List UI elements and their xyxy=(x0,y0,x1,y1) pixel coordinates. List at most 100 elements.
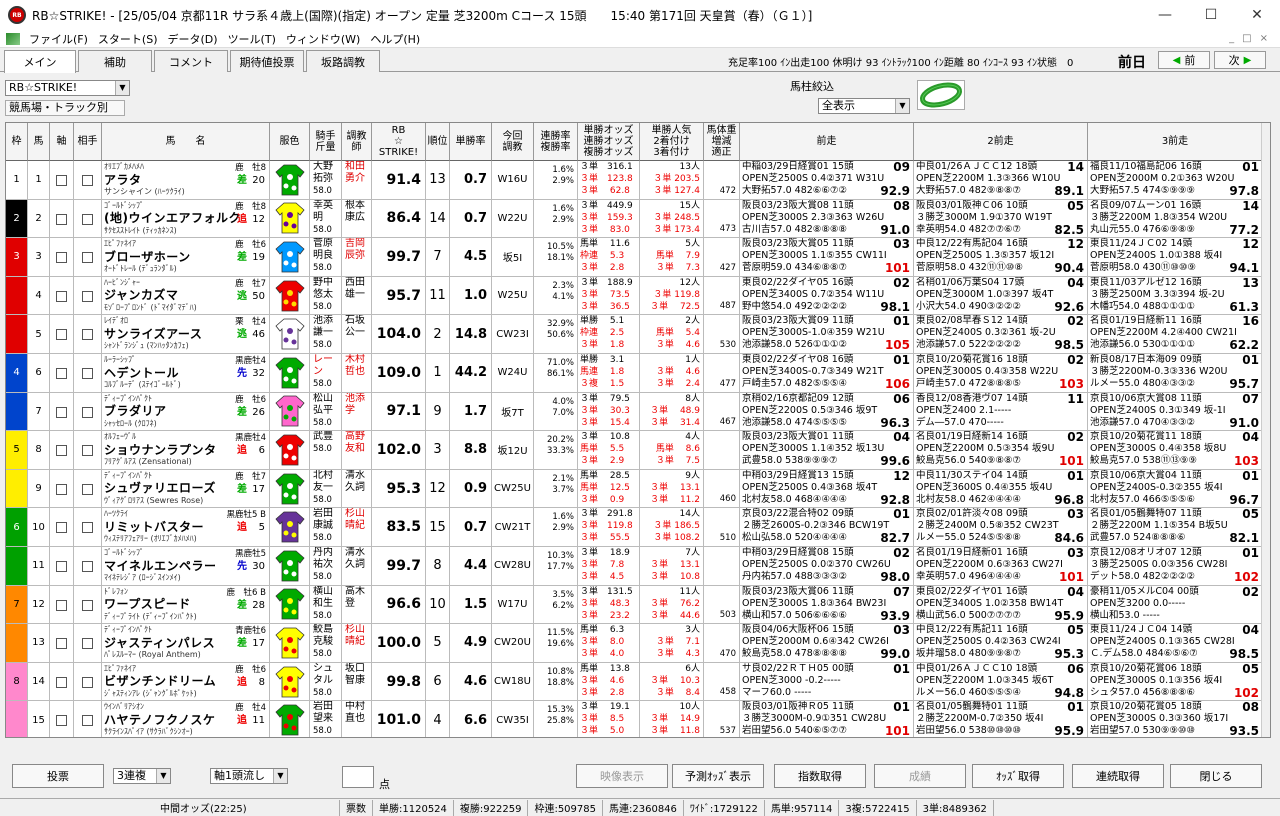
jiku-checkbox-cell[interactable] xyxy=(50,508,74,546)
race3-cell[interactable]: 東良11/24ＪＣ04 14頭 04 OPEN芝2400S 0.1③365 CW28… xyxy=(1088,624,1263,662)
bet-mode-select[interactable]: 軸1頭流し ▼ xyxy=(210,768,288,784)
aite-checkbox-cell[interactable] xyxy=(74,392,102,431)
menu-start[interactable]: スタート(S) xyxy=(93,31,163,47)
race1-cell[interactable]: 中稍03/29日経賞08 15頭 02 OPEN芝2500S 0.0②370 CW2… xyxy=(740,547,914,585)
jiku-checkbox-cell[interactable] xyxy=(50,392,74,431)
race1-cell[interactable]: サ良02/22ＲＴＨ05 00頭 01 OPEN芝3000 -0.2----- マーフ… xyxy=(740,662,914,701)
horse-cell[interactable]: ﾊｰﾂｸﾗｲ リミットバスター ｳｨｽﾃﾘｱﾌｪｱﾘｰ (ｵﾘｴﾌﾞｶﾒﾊﾒﾊ) 黒鹿… xyxy=(102,508,270,546)
race2-cell[interactable]: 中良12/22有馬記04 16頭 12 OPEN芝2500S 1.3⑤357 坂12… xyxy=(914,238,1088,276)
race3-cell[interactable]: 京良10/06京大賞04 11頭 01 OPEN芝2400S-0.3②355 坂4I… xyxy=(1088,469,1263,508)
aite-checkbox[interactable] xyxy=(82,329,93,341)
mode-select[interactable]: RB☆STRIKE! ▼ xyxy=(5,80,130,96)
jiku-checkbox-cell[interactable] xyxy=(50,662,74,701)
jiku-checkbox[interactable] xyxy=(56,561,67,572)
tab-comment[interactable]: コメント xyxy=(154,50,228,72)
header-ninki[interactable]: 単勝人気 2着付け 3着付け xyxy=(640,123,704,161)
table-row[interactable]: 3 3 ｴﾋﾟﾌｧﾈｲｱ ブローザホーン ｵｰﾄﾞﾄﾚｰﾙ (ﾃﾞｭﾗﾝﾀﾞﾙ) 鹿 牡6… xyxy=(6,238,1270,277)
aite-checkbox-cell[interactable] xyxy=(74,238,102,276)
horse-cell[interactable]: ｺﾞｰﾙﾄﾞｼｯﾌﾟ マイネルエンペラー ﾏｲﾈﾃﾚｼﾞｱ (ﾛｰｼﾞｽｲﾝﾒｲ) 黒… xyxy=(102,547,270,585)
minimize-button[interactable]: — xyxy=(1142,0,1188,30)
aite-checkbox-cell[interactable] xyxy=(74,161,102,199)
jiku-checkbox-cell[interactable] xyxy=(50,431,74,469)
header-race1[interactable]: 前走 xyxy=(740,123,914,161)
aite-checkbox-cell[interactable] xyxy=(74,199,102,238)
race1-cell[interactable]: 阪良03/23阪大賞08 11頭 08 OPEN芝3000S 2.3③363 W26… xyxy=(740,199,914,238)
umabashira-select[interactable]: 全表示 ▼ xyxy=(818,98,910,114)
header-training[interactable]: 今回 調教 xyxy=(492,123,534,161)
race3-cell[interactable]: 福良11/10福島記06 16頭 01 OPEN芝2000M 0.2①363 W20… xyxy=(1088,161,1263,199)
table-row[interactable]: 7 ﾃﾞｨｰﾌﾟｲﾝﾊﾟｸﾄ ブラダリア ｼｬｯｾﾛｰﾙ (ｸﾛﾌﾈ) 鹿 牡6 差 26 松… xyxy=(6,392,1270,432)
race3-cell[interactable]: 東良11/24ＪＣ02 14頭 12 OPEN芝2400S 1.0①388 坂4I 菅… xyxy=(1088,238,1263,276)
race1-cell[interactable]: 阪良03/23阪大賞06 11頭 07 OPEN芝3000S 1.8③364 BW2… xyxy=(740,585,914,624)
aite-checkbox-cell[interactable] xyxy=(74,431,102,469)
race3-cell[interactable]: 名良01/19日経新11 16頭 16 OPEN芝2200M 4.2④400 CW2… xyxy=(1088,315,1263,353)
jiku-checkbox[interactable] xyxy=(56,252,67,264)
race1-cell[interactable]: 阪良03/23阪大賞09 11頭 01 OPEN芝3000S-1.0④359 W21… xyxy=(740,315,914,353)
aite-checkbox[interactable] xyxy=(82,522,93,534)
horse-cell[interactable]: ﾚｲﾃﾞｵﾛ サンライズアース ｼｬﾝﾄﾞﾗﾝｼﾞｭ (ﾏﾝﾊｯﾀﾝｶﾌｪ) 栗 牡4… xyxy=(102,315,270,353)
jiku-checkbox[interactable] xyxy=(56,175,67,186)
horse-cell[interactable]: ｴﾋﾟﾌｧﾈｲｱ ブローザホーン ｵｰﾄﾞﾄﾚｰﾙ (ﾃﾞｭﾗﾝﾀﾞﾙ) 鹿 牡6 差 1… xyxy=(102,238,270,276)
aite-checkbox-cell[interactable] xyxy=(74,662,102,701)
race1-cell[interactable]: 京稍02/16京都記09 12頭 06 OPEN芝2200S 0.5③346 坂9T… xyxy=(740,392,914,431)
horse-cell[interactable]: ﾄﾞﾚﾌｫﾝ ワープスピード ﾃﾞｨｰﾌﾟﾗｲﾄ (ﾃﾞｨｰﾌﾟｲﾝﾊﾟｸﾄ) 鹿 牡… xyxy=(102,585,270,624)
aite-checkbox[interactable] xyxy=(82,561,93,572)
tab-main[interactable]: メイン xyxy=(4,50,76,73)
jiku-checkbox[interactable] xyxy=(56,406,67,418)
header-aite[interactable]: 相手 xyxy=(74,123,102,161)
race3-cell[interactable]: 京良10/06京大賞08 11頭 07 OPEN芝2400S 0.3①349 坂-1… xyxy=(1088,392,1263,431)
aite-checkbox-cell[interactable] xyxy=(74,315,102,353)
jiku-checkbox-cell[interactable] xyxy=(50,624,74,662)
aite-checkbox[interactable] xyxy=(82,445,93,457)
jiku-checkbox[interactable] xyxy=(56,715,67,727)
table-row[interactable]: 15 ｳｲﾝﾊﾞﾘｱｼｵﾝ ハヤテノフクノスケ ｻｸﾗｲﾝｽﾊﾟｲｱ (ｻｸﾗﾊﾞｸｼ… xyxy=(6,701,1270,737)
tab-slope-training[interactable]: 坂路調教 xyxy=(306,50,380,72)
predict-odds-button[interactable]: 予測ｵｯｽﾞ表示 xyxy=(672,764,764,788)
header-jiku[interactable]: 軸 xyxy=(50,123,74,161)
header-weight[interactable]: 馬体重 増減 適正 xyxy=(704,123,740,161)
race1-cell[interactable]: 中稍03/29日経賞13 15頭 12 OPEN芝2500S 0.4③368 坂4T… xyxy=(740,469,914,508)
aite-checkbox-cell[interactable] xyxy=(74,354,102,392)
race3-cell[interactable]: 新良08/17日本海09 09頭 01 ３勝芝2200M-0.3③336 W20U ル… xyxy=(1088,354,1263,392)
aite-checkbox[interactable] xyxy=(82,213,93,225)
aite-checkbox[interactable] xyxy=(82,406,93,418)
menu-window[interactable]: ウィンドウ(W) xyxy=(281,31,365,47)
race3-cell[interactable]: 名良01/05鶴舞特07 11頭 05 ２勝芝2200M 1.1⑤354 B坂5U 武… xyxy=(1088,508,1263,546)
continuous-fetch-button[interactable]: 連続取得 xyxy=(1072,764,1164,788)
table-row[interactable]: 11 ｺﾞｰﾙﾄﾞｼｯﾌﾟ マイネルエンペラー ﾏｲﾈﾃﾚｼﾞｱ (ﾛｰｼﾞｽｲﾝﾒｲ… xyxy=(6,547,1270,586)
track-course-icon[interactable] xyxy=(917,80,965,110)
aite-checkbox[interactable] xyxy=(82,599,93,611)
jiku-checkbox-cell[interactable] xyxy=(50,585,74,624)
aite-checkbox-cell[interactable] xyxy=(74,276,102,315)
menu-file[interactable]: ファイル(F) xyxy=(24,31,93,47)
aite-checkbox-cell[interactable] xyxy=(74,624,102,662)
vertical-scrollbar[interactable] xyxy=(1261,123,1270,737)
menu-help[interactable]: ヘルプ(H) xyxy=(365,31,425,47)
header-horse[interactable]: 馬 名 xyxy=(102,123,270,161)
table-row[interactable]: 7 12 ﾄﾞﾚﾌｫﾝ ワープスピード ﾃﾞｨｰﾌﾟﾗｲﾄ (ﾃﾞｨｰﾌﾟｲﾝﾊﾟｸﾄ)… xyxy=(6,585,1270,625)
table-row[interactable]: 4 6 ﾙｰﾗｰｼｯﾌﾟ ヘデントール ｺﾙﾌﾞﾙｰﾃﾞ (ｽﾃｲｺﾞｰﾙﾄﾞ) 黒鹿牡4… xyxy=(6,354,1270,393)
horse-cell[interactable]: ｵﾙﾌｪｰｳﾞﾙ ショウナンラプンタ ﾌﾘｱｸﾞﾙｱｽ (Zensational) 黒… xyxy=(102,431,270,469)
race2-cell[interactable]: 香良12/08香港ヴ07 14頭 11 OPEN芝2400 2.1----- デム―5… xyxy=(914,392,1088,431)
race1-cell[interactable]: 阪良03/23阪大賞01 11頭 04 OPEN芝3000S 1.1④352 坂13… xyxy=(740,431,914,469)
race2-cell[interactable]: 名稍01/06万葉S04 17頭 04 OPEN芝3000M 1.0③397 坂4T… xyxy=(914,276,1088,315)
jiku-checkbox-cell[interactable] xyxy=(50,199,74,238)
table-row[interactable]: 4 ﾊｰﾋﾞﾝｼﾞｬｰ ジャンカズマ ﾓｿﾞﾛｰﾌﾟﾛﾝﾄﾞ (ﾄﾞﾏｲﾀﾞﾏﾃﾞﾊ)… xyxy=(6,276,1270,316)
table-row[interactable]: 6 10 ﾊｰﾂｸﾗｲ リミットバスター ｳｨｽﾃﾘｱﾌｪｱﾘｰ (ｵﾘｴﾌﾞｶﾒﾊﾒﾊ… xyxy=(6,508,1270,547)
header-rank[interactable]: 順位 xyxy=(426,123,450,161)
results-button[interactable]: 成績 xyxy=(874,764,966,788)
prev-button[interactable]: ◀ 前 xyxy=(1158,51,1210,69)
jiku-checkbox[interactable] xyxy=(56,676,67,688)
aite-checkbox[interactable] xyxy=(82,368,93,379)
header-race2[interactable]: 2前走 xyxy=(914,123,1088,161)
table-row[interactable]: 13 ﾃﾞｨｰﾌﾟｲﾝﾊﾟｸﾄ ジャスティンパレス ﾊﾟﾚｽﾙｰﾏｰ (Royal A… xyxy=(6,624,1270,663)
header-trainer[interactable]: 調教 師 xyxy=(342,123,372,161)
header-jockey[interactable]: 騎手 斤量 xyxy=(310,123,342,161)
jiku-checkbox-cell[interactable] xyxy=(50,469,74,508)
close-window-button[interactable]: 閉じる xyxy=(1170,764,1262,788)
mdi-restore-button[interactable]: □ xyxy=(1242,33,1251,44)
race3-cell[interactable]: 京良10/20菊花賞06 18頭 05 OPEN芝3000S 0.1③356 坂4I… xyxy=(1088,662,1263,701)
race2-cell[interactable]: 中良12/22有馬記11 16頭 05 OPEN芝2500S 0.4②363 CW2… xyxy=(914,624,1088,662)
race2-cell[interactable]: 名良01/19日経新14 16頭 02 OPEN芝2200M 0.5③354 坂9U… xyxy=(914,431,1088,469)
jiku-checkbox-cell[interactable] xyxy=(50,315,74,353)
